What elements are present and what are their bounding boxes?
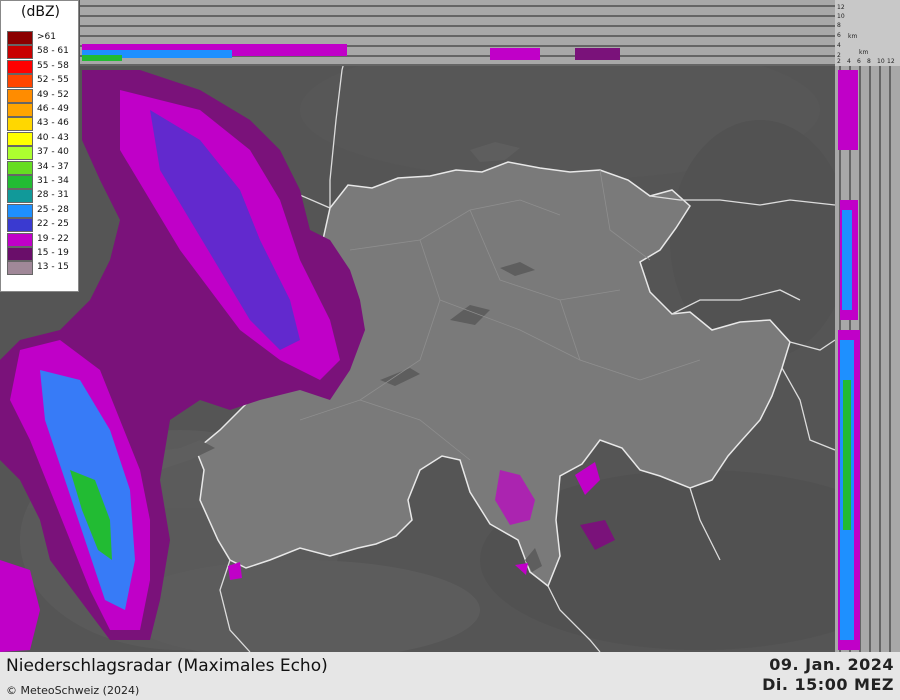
legend-label: 52 - 55 <box>37 75 69 86</box>
legend-swatch <box>7 175 33 189</box>
dbz-legend: (dBZ) >61 58 - 61 55 - 58 52 - 55 49 - 52 46 … <box>0 0 79 292</box>
legend-label: 28 - 31 <box>37 190 69 201</box>
copyright-text: © MeteoSchweiz (2024) <box>6 684 140 697</box>
legend-level: 25 - 28 <box>7 203 77 218</box>
radar-map-svg: 12 10 8 6 4 2 km 2 4 6 8 10 12 km <box>0 0 900 660</box>
legend-label: 43 - 46 <box>37 118 69 129</box>
legend-label: 40 - 43 <box>37 132 69 143</box>
legend-level: >61 <box>7 31 77 45</box>
legend-label: 25 - 28 <box>37 204 69 215</box>
top-profile-tick-4: 4 <box>837 42 841 49</box>
top-profile-tick-12: 12 <box>837 4 845 11</box>
legend-label: 46 - 49 <box>37 104 69 114</box>
legend-swatch <box>7 261 33 276</box>
date-label: 09. Jan. 2024 <box>769 655 894 674</box>
legend-label: 34 - 37 <box>37 161 69 172</box>
legend-swatch <box>7 232 33 247</box>
side-profile-tick-8: 8 <box>867 58 871 65</box>
legend-level: 49 - 52 <box>7 88 77 103</box>
legend-label: 13 - 15 <box>37 262 69 273</box>
legend-level: 55 - 58 <box>7 59 77 74</box>
side-profile-panel: 2 4 6 8 10 12 km <box>835 49 900 652</box>
side-profile-tick-4: 4 <box>847 58 851 65</box>
legend-label: 49 - 52 <box>37 89 69 100</box>
legend-swatch <box>7 203 33 218</box>
legend-level: 22 - 25 <box>7 218 77 233</box>
top-profile-km-label: km <box>848 33 857 40</box>
legend-swatch <box>7 88 33 103</box>
legend-swatch <box>7 31 33 45</box>
top-profile-tick-8: 8 <box>837 22 841 29</box>
legend-swatch <box>7 218 33 233</box>
legend-label: 37 - 40 <box>37 147 69 158</box>
legend-level: 46 - 49 <box>7 103 77 117</box>
side-profile-tick-10: 10 <box>877 58 885 65</box>
legend-level: 28 - 31 <box>7 189 77 204</box>
legend-level: 15 - 19 <box>7 247 77 261</box>
legend-swatch <box>7 146 33 161</box>
legend-label: 58 - 61 <box>37 46 69 57</box>
side-profile-km-label: km <box>859 49 868 56</box>
legend-swatch <box>7 131 33 146</box>
legend-level: 31 - 34 <box>7 175 77 189</box>
side-profile-tick-12: 12 <box>887 58 895 65</box>
legend-label: 22 - 25 <box>37 219 69 230</box>
legend-swatch <box>7 74 33 89</box>
legend-level: 43 - 46 <box>7 117 77 132</box>
legend-swatch <box>7 160 33 175</box>
legend-swatch <box>7 45 33 60</box>
legend-unit: (dBZ) <box>20 4 60 20</box>
side-profile-tick-6: 6 <box>857 58 861 65</box>
legend-swatch <box>7 247 33 261</box>
legend-label: 15 - 19 <box>37 248 69 258</box>
top-profile-panel: 12 10 8 6 4 2 km <box>80 0 900 66</box>
map-title: Niederschlagsradar (Maximales Echo) <box>6 656 328 676</box>
time-label: Di. 15:00 MEZ <box>762 675 894 694</box>
legend-level: 34 - 37 <box>7 160 77 175</box>
side-profile-tick-2: 2 <box>837 58 841 65</box>
legend-label: 19 - 22 <box>37 233 69 244</box>
radar-map: 12 10 8 6 4 2 km 2 4 6 8 10 12 km <box>0 0 900 660</box>
top-profile-tick-6: 6 <box>837 32 841 39</box>
legend-swatch <box>7 117 33 132</box>
legend-swatch <box>7 189 33 204</box>
legend-label: 31 - 34 <box>37 176 69 186</box>
legend-level: 40 - 43 <box>7 131 77 146</box>
legend-level: 13 - 15 <box>7 261 77 276</box>
top-profile-tick-10: 10 <box>837 13 845 20</box>
legend-level: 52 - 55 <box>7 74 77 89</box>
legend-swatch <box>7 103 33 117</box>
legend-label: 55 - 58 <box>37 60 69 71</box>
legend-level: 37 - 40 <box>7 146 77 161</box>
legend-label: >61 <box>37 32 56 42</box>
legend-swatch <box>7 59 33 74</box>
legend-level: 19 - 22 <box>7 232 77 247</box>
footer-bar: Niederschlagsradar (Maximales Echo) © Me… <box>0 652 900 700</box>
legend-level: 58 - 61 <box>7 45 77 60</box>
